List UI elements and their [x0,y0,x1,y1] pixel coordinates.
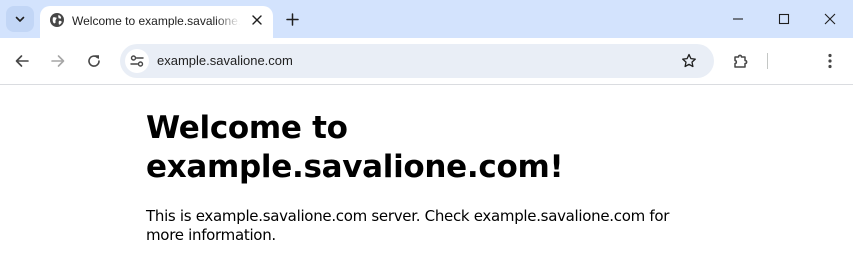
back-button[interactable] [7,46,37,76]
minimize-button[interactable] [715,0,761,38]
puzzle-icon [734,54,748,68]
toolbar: example.savalione.com [0,38,853,85]
browser-window: Welcome to example.savalione.com! [0,0,853,272]
chevron-down-icon [15,16,25,22]
globe-icon [50,13,64,27]
page-content: Welcome to example.savalione.com! This i… [0,85,853,272]
maximize-icon [778,13,790,25]
toolbar-divider [767,53,768,69]
close-icon [824,13,836,25]
forward-button[interactable] [43,46,73,76]
page-heading: Welcome to example.savalione.com! [146,110,564,185]
tab-title: Welcome to example.savalione.com! [72,14,240,28]
site-info-button[interactable] [125,49,149,73]
menu-button[interactable] [815,46,845,76]
extensions-button[interactable] [726,46,756,76]
tune-icon [130,55,144,67]
plus-icon [285,12,299,26]
maximize-button[interactable] [761,0,807,38]
star-icon [682,53,696,68]
window-close-button[interactable] [807,0,853,38]
close-icon [252,15,262,25]
new-tab-button[interactable] [281,8,303,30]
address-bar[interactable]: example.savalione.com [120,44,714,78]
page-body-text: This is example.savalione.com server. Ch… [146,207,670,244]
tab-close-button[interactable] [248,11,266,29]
tab-active[interactable]: Welcome to example.savalione.com! [40,6,273,38]
more-vert-icon [828,53,832,69]
reload-button[interactable] [79,46,109,76]
arrow-left-icon [15,55,29,67]
tab-search-button[interactable] [6,6,34,32]
minimize-icon [733,18,743,20]
bookmark-button[interactable] [679,51,699,71]
reload-icon [88,55,100,67]
tab-strip: Welcome to example.savalione.com! [0,0,853,38]
url-text[interactable]: example.savalione.com [157,53,293,69]
arrow-right-icon [51,55,65,67]
